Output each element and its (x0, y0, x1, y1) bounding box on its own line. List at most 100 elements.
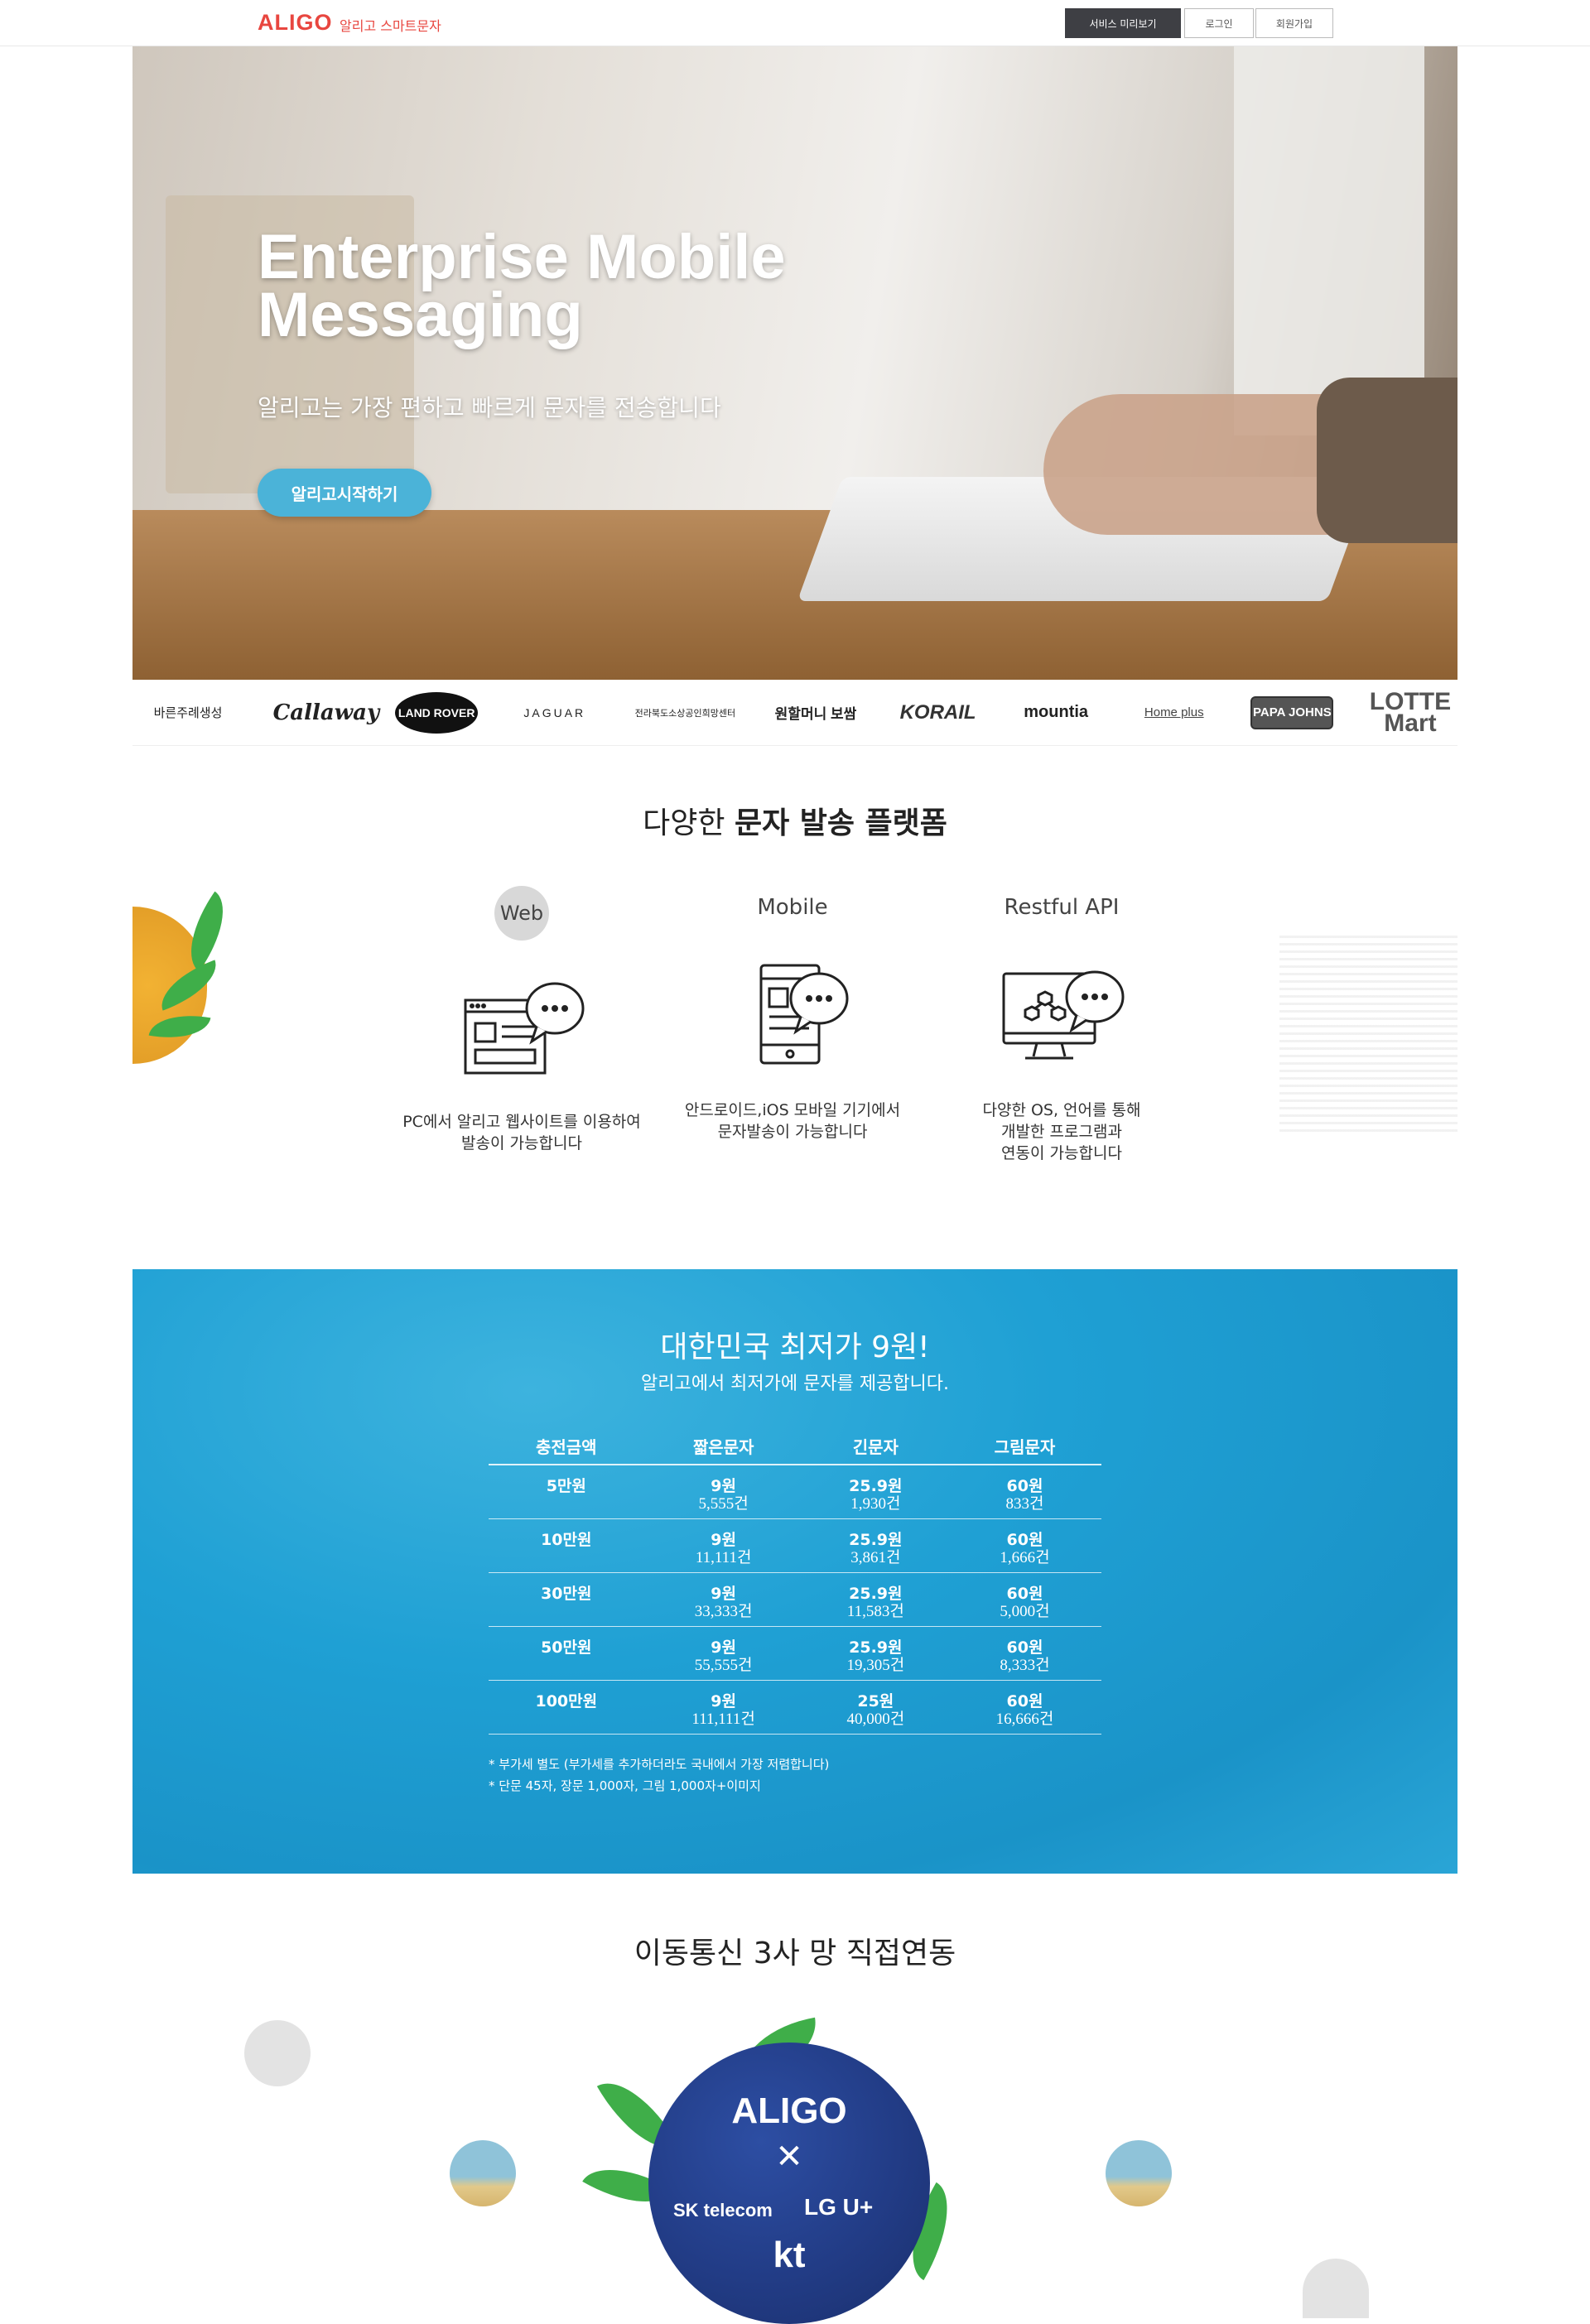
mms-count: 5,000건 (1000, 1602, 1050, 1620)
hero-subtitle: 알리고는 가장 편하고 빠르게 문자를 전송합니다 (258, 394, 721, 421)
mms-cell: 60원 5,000건 (947, 1572, 1101, 1627)
platform-section-title: 다양한 문자 발송 플랫폼 (0, 799, 1590, 842)
sk-telecom-logo: SK telecom (673, 2200, 773, 2221)
amount-cell: 10만원 (489, 1518, 644, 1573)
api-chat-icon (995, 959, 1128, 1066)
service-preview-button[interactable]: 서비스 미리보기 (1065, 8, 1181, 38)
lms-count: 40,000건 (846, 1710, 905, 1728)
times-icon: ✕ (775, 2138, 803, 2176)
signup-button[interactable]: 회원가입 (1255, 8, 1333, 38)
sms-cell: 9원 33,333건 (643, 1572, 803, 1627)
mms-price: 60원 (1006, 1584, 1043, 1603)
logo-jeonbuk: 전라북도소상공인희망센터 (634, 708, 736, 719)
lms-cell: 25원 40,000건 (802, 1680, 948, 1735)
amount-cell: 30만원 (489, 1572, 644, 1627)
pricing-row: 30만원 9원 33,333건 25.9원 11,583건 60원 5,000건 (489, 1572, 1101, 1627)
col-header: 긴문자 (802, 1428, 948, 1465)
amount-value: 50만원 (541, 1638, 592, 1657)
logo-callaway: Callaway (272, 700, 380, 725)
logo-wonhalmoni: 원할머니 보쌈 (774, 706, 857, 722)
platform-api: Restful API 다양한 OS, 언어를 통해 개발한 프로그램과 연동이… (937, 886, 1186, 1164)
mms-price: 60원 (1006, 1691, 1043, 1711)
lms-cell: 25.9원 11,583건 (802, 1572, 948, 1627)
top-header: ALIGO 알리고 스마트문자 서비스 미리보기 로그인 회원가입 (0, 0, 1590, 46)
lms-price: 25원 (857, 1691, 894, 1711)
platform-web: Web PC에서 알리고 웹사이트를 이용하여 발송이 가능합니다 (398, 886, 646, 1154)
login-button[interactable]: 로그인 (1184, 8, 1254, 38)
amount-cell: 50만원 (489, 1626, 644, 1681)
desc-line: 안드로이드,iOS 모바일 기기에서 (684, 1101, 901, 1119)
platform-mobile-desc: 안드로이드,iOS 모바일 기기에서 문자발송이 가능합니다 (668, 1099, 917, 1143)
pricing-title: 대한민국 최저가 9원! (660, 1330, 930, 1364)
mms-count: 8,333건 (1000, 1656, 1050, 1674)
logo-subtitle: 알리고 스마트문자 (340, 18, 441, 34)
lms-price: 25.9원 (849, 1530, 903, 1549)
mms-price: 60원 (1006, 1477, 1043, 1495)
start-aligo-button[interactable]: 알리고시작하기 (258, 469, 431, 517)
mms-cell: 60원 833건 (947, 1465, 1101, 1519)
desc-line: 문자발송이 가능합니다 (717, 1123, 868, 1141)
platform-web-desc: PC에서 알리고 웹사이트를 이용하여 발송이 가능합니다 (398, 1111, 646, 1154)
stripe-decoration (1279, 936, 1458, 1134)
mms-price: 60원 (1006, 1530, 1043, 1549)
sms-cell: 9원 111,111건 (643, 1680, 803, 1735)
sms-price: 9원 (711, 1638, 736, 1657)
platform-api-desc: 다양한 OS, 언어를 통해 개발한 프로그램과 연동이 가능합니다 (937, 1099, 1186, 1164)
lms-cell: 25.9원 3,861건 (802, 1518, 948, 1573)
platform-mobile-label[interactable]: Mobile (755, 886, 829, 929)
lms-count: 1,930건 (850, 1495, 901, 1513)
sms-count: 5,555건 (698, 1495, 749, 1513)
platform-title-light: 다양한 (643, 806, 725, 840)
mms-count: 833건 (1005, 1495, 1044, 1513)
sms-count: 111,111건 (691, 1710, 755, 1728)
grey-circle-decoration (244, 2020, 311, 2086)
aligo-circle-logo: ALIGO (731, 2091, 847, 2131)
mms-cell: 60원 1,666건 (947, 1518, 1101, 1573)
sms-count: 11,111건 (695, 1548, 752, 1566)
sms-price: 9원 (711, 1691, 736, 1711)
desc-line: 다양한 OS, 언어를 통해 (982, 1101, 1141, 1119)
aligo-logo[interactable]: ALIGO (258, 10, 333, 36)
sms-count: 55,555건 (694, 1656, 753, 1674)
col-header: 짧은문자 (643, 1428, 803, 1465)
pricing-subtitle: 알리고에서 최저가에 문자를 제공합니다. (640, 1374, 950, 1394)
web-chat-icon (455, 970, 588, 1078)
beach-circle-decoration (450, 2140, 516, 2206)
logo-mountia: mountia (1024, 703, 1089, 721)
lms-count: 3,861건 (850, 1548, 901, 1566)
sms-cell: 9원 11,111건 (643, 1518, 803, 1573)
amount-value: 100만원 (535, 1691, 598, 1711)
platform-web-label[interactable]: Web (494, 886, 549, 941)
logo-homeplus: Home plus (1144, 705, 1204, 719)
mms-count: 16,666건 (995, 1710, 1054, 1728)
mms-count: 1,666건 (1000, 1548, 1050, 1566)
logo-bareun: 바른주례생성 (153, 706, 223, 720)
platform-title-bold: 문자 발송 플랫폼 (734, 806, 947, 840)
pricing-section: 대한민국 최저가 9원! 알리고에서 최저가에 문자를 제공합니다. 충전금액 … (132, 1269, 1458, 1874)
sms-count: 33,333건 (694, 1602, 753, 1620)
kt-logo: kt (773, 2235, 806, 2275)
amount-cell: 100만원 (489, 1680, 644, 1735)
desc-line: 개발한 프로그램과 (1001, 1123, 1122, 1141)
amount-value: 30만원 (541, 1584, 592, 1603)
platform-api-label[interactable]: Restful API (1003, 886, 1121, 929)
desc-line: 발송이 가능합니다 (461, 1134, 582, 1152)
sms-price: 9원 (711, 1477, 736, 1495)
logo-papajohns: PAPA JOHNS (1250, 695, 1334, 729)
platform-mobile: Mobile 안드로이드,iOS 모바일 기기에서 문자발송이 가능합니다 (668, 886, 917, 1143)
sms-price: 9원 (711, 1584, 736, 1603)
desc-line: PC에서 알리고 웹사이트를 이용하여 (402, 1113, 641, 1131)
logo-land-rover: LAND ROVER (395, 691, 479, 734)
lms-count: 19,305건 (846, 1656, 905, 1674)
client-logo-strip: 바른주례생성 Callaway LAND ROVER JAGUAR 전라북도소상… (132, 680, 1458, 746)
lms-cell: 25.9원 19,305건 (802, 1626, 948, 1681)
amount-value: 10만원 (541, 1530, 592, 1549)
hero-sleeve-image (1317, 378, 1458, 543)
sms-cell: 9원 5,555건 (643, 1465, 803, 1519)
pricing-row: 100만원 9원 111,111건 25원 40,000건 60원 16,666건 (489, 1680, 1101, 1735)
grey-circle-decoration (1303, 2259, 1369, 2318)
pricing-notes: * 부가세 별도 (부가세를 추가하더라도 국내에서 가장 저렴합니다) * 단… (489, 1754, 829, 1797)
amount-cell: 5만원 (489, 1465, 644, 1519)
desc-line: 연동이 가능합니다 (1001, 1144, 1122, 1162)
pricing-row: 50만원 9원 55,555건 25.9원 19,305건 60원 8,333건 (489, 1626, 1101, 1681)
